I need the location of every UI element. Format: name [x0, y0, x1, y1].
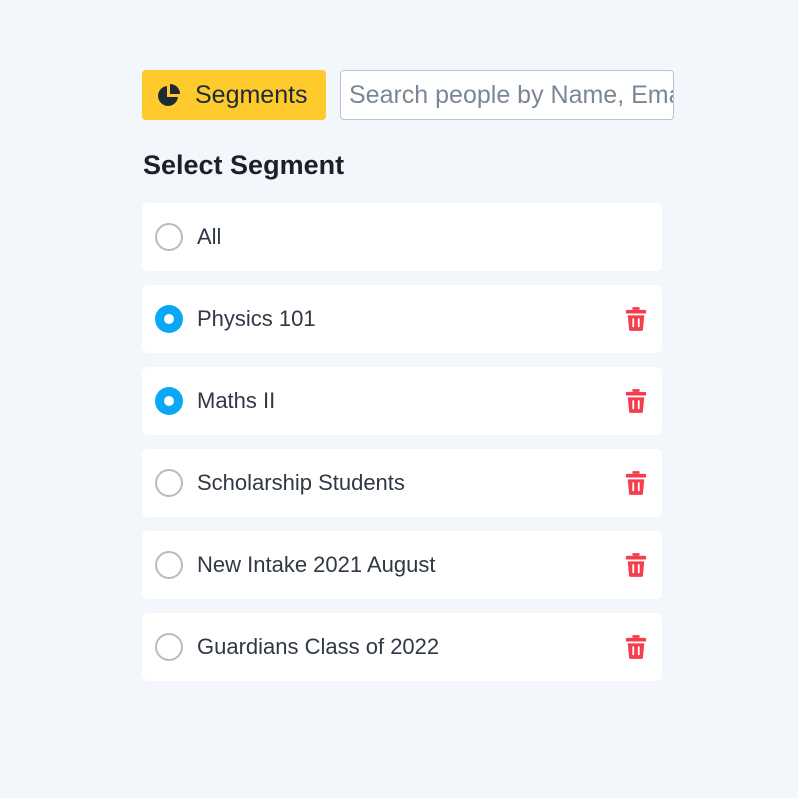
- segment-radio[interactable]: [155, 305, 183, 333]
- segment-label: Physics 101: [197, 306, 316, 331]
- section-title: Select Segment: [143, 150, 345, 180]
- delete-button[interactable]: [624, 633, 648, 661]
- segment-row[interactable]: Scholarship Students: [142, 449, 662, 517]
- segment-label: Scholarship Students: [197, 470, 405, 495]
- delete-button[interactable]: [624, 387, 648, 415]
- segment-radio[interactable]: [155, 633, 183, 661]
- segment-list: All Physics 101 Maths II Scholarship Studen…: [142, 203, 662, 695]
- trash-icon: [625, 307, 647, 331]
- segment-radio[interactable]: [155, 387, 183, 415]
- segment-label: Maths II: [197, 388, 276, 413]
- segment-radio[interactable]: [155, 551, 183, 579]
- toolbar: Segments: [142, 69, 674, 121]
- segment-label: All: [197, 224, 222, 249]
- pie-chart-icon: [155, 81, 183, 109]
- search-input[interactable]: [340, 70, 674, 120]
- segments-button[interactable]: Segments: [142, 70, 326, 120]
- trash-icon: [625, 471, 647, 495]
- segment-row[interactable]: Physics 101: [142, 285, 662, 353]
- segment-label: New Intake 2021 August: [197, 552, 436, 577]
- trash-icon: [625, 389, 647, 413]
- delete-button[interactable]: [624, 305, 648, 333]
- segment-row[interactable]: All: [142, 203, 662, 271]
- delete-button[interactable]: [624, 551, 648, 579]
- segment-row[interactable]: New Intake 2021 August: [142, 531, 662, 599]
- segment-row[interactable]: Maths II: [142, 367, 662, 435]
- segment-radio[interactable]: [155, 223, 183, 251]
- trash-icon: [625, 635, 647, 659]
- trash-icon: [625, 553, 647, 577]
- segments-button-label: Segments: [195, 80, 308, 109]
- delete-button[interactable]: [624, 469, 648, 497]
- segment-radio[interactable]: [155, 469, 183, 497]
- segment-label: Guardians Class of 2022: [197, 634, 440, 659]
- segment-row[interactable]: Guardians Class of 2022: [142, 613, 662, 681]
